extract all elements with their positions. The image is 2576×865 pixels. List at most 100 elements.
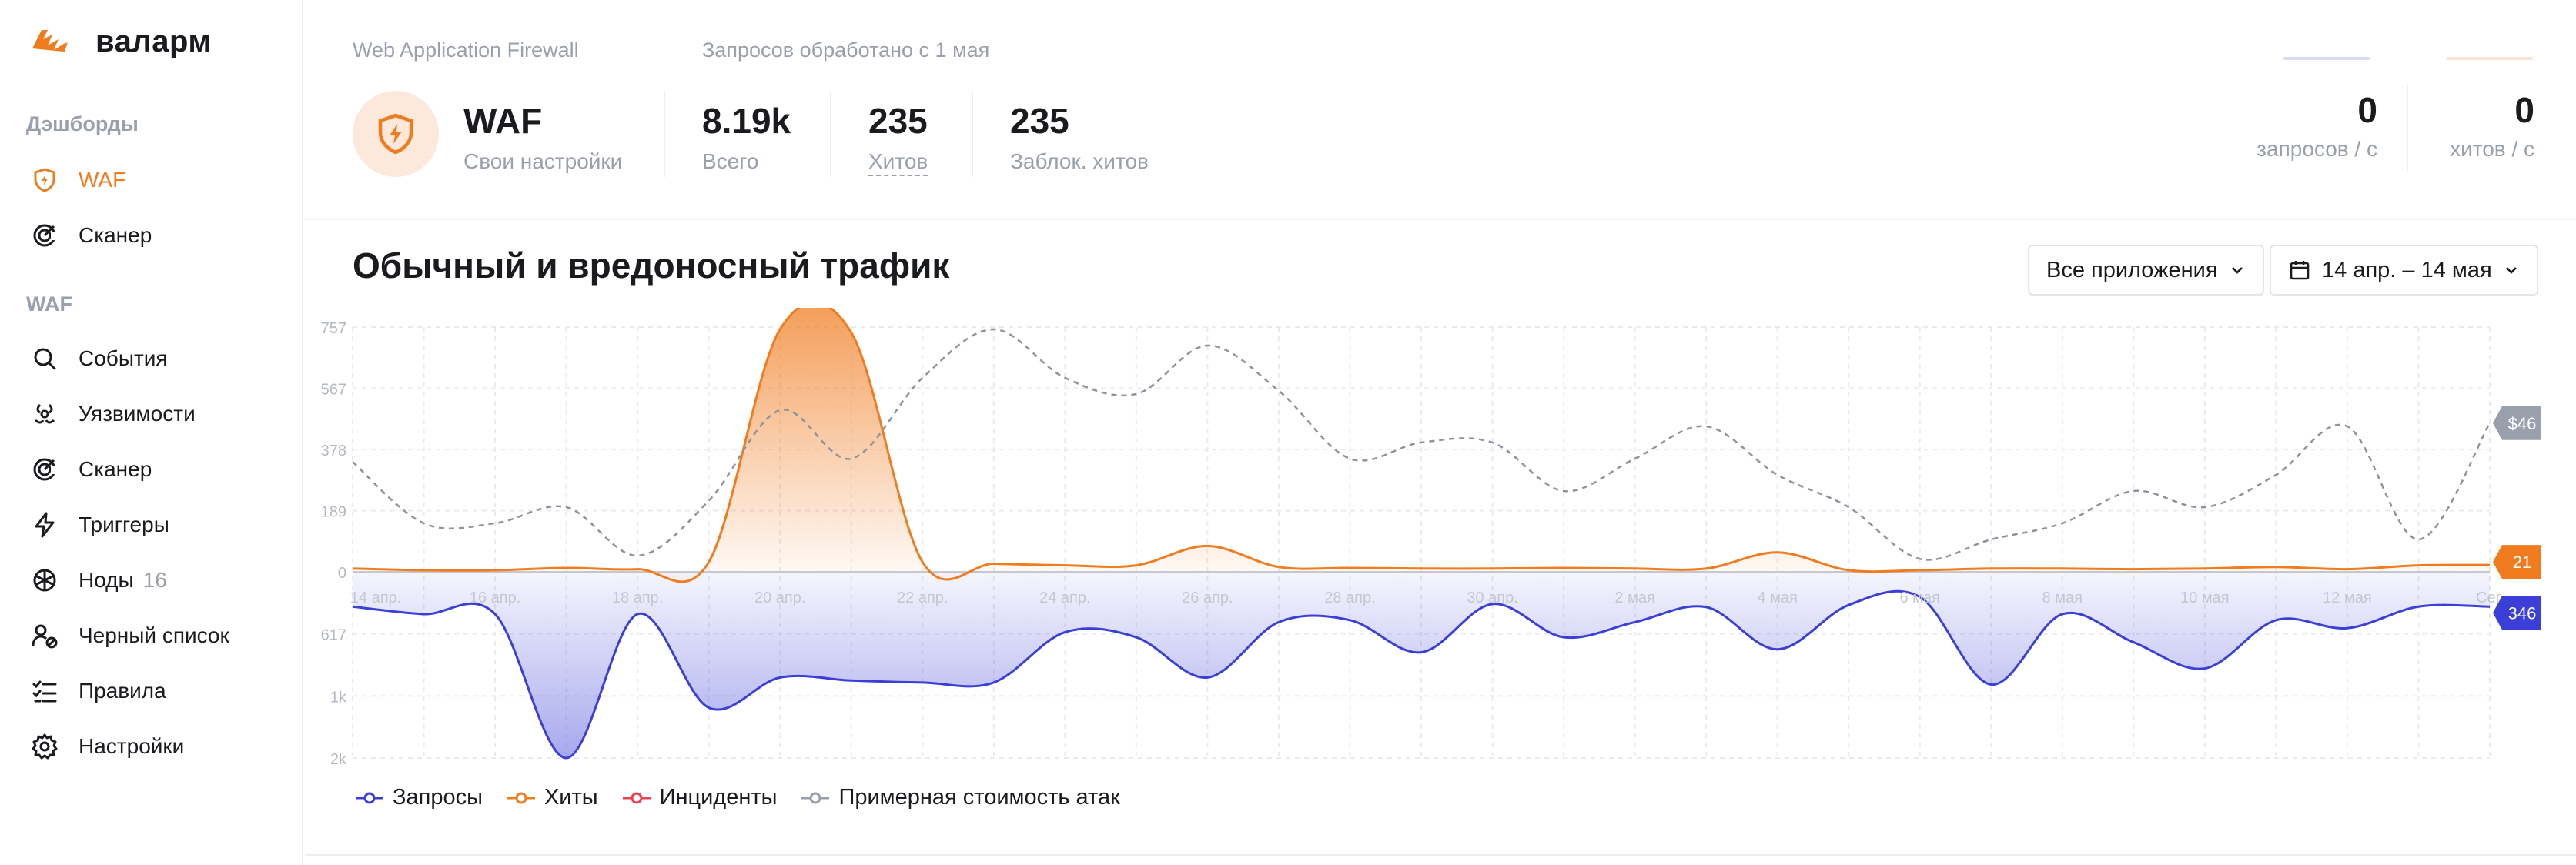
gear-icon: [32, 733, 58, 760]
hits-link[interactable]: Хитов: [868, 149, 928, 176]
y-axis-tick-label: 0: [338, 565, 346, 582]
requests-end-badge: 346: [2493, 596, 2541, 630]
hits-label: Хитов: [868, 149, 928, 176]
x-axis-tick-label: 30 апр.: [1467, 589, 1517, 606]
attack-cost-end-badge: $46: [2493, 406, 2541, 440]
y-axis-tick-label: 617: [321, 627, 346, 644]
x-axis-tick-label: 16 апр.: [470, 589, 520, 606]
legend-label: Примерная стоимость атак: [838, 785, 1120, 810]
legend-marker-icon: [507, 792, 535, 803]
y-axis-tick-label: 2k: [330, 751, 347, 768]
sidebar-item-nodes[interactable]: Ноды 16: [31, 559, 285, 602]
brand-logo[interactable]: валарм: [31, 25, 211, 59]
date-range-label: 14 апр. – 14 мая: [2322, 257, 2492, 282]
legend-attack-cost[interactable]: Примерная стоимость атак: [800, 785, 1120, 810]
sidebar-item-scanner[interactable]: Сканер: [31, 448, 285, 491]
sidebar-item-label: Ноды: [79, 568, 134, 592]
x-axis-tick-label: 8 мая: [2042, 589, 2083, 606]
requests-area: [353, 572, 2490, 758]
lightning-icon: [35, 512, 55, 538]
sidebar-item-settings[interactable]: Настройки: [31, 725, 285, 768]
x-axis-tick-label: 10 мая: [2180, 589, 2230, 606]
sidebar-item-label: Триггеры: [79, 513, 169, 536]
shield-icon: [34, 168, 55, 192]
y-axis-tick-label: 378: [321, 443, 346, 459]
waf-title: WAF: [463, 101, 543, 141]
x-axis-tick-label: 12 мая: [2323, 589, 2372, 606]
blacklist-icon: [32, 624, 58, 649]
rules-icon: [32, 680, 57, 703]
stats-header: Web Application Firewall Запросов обрабо…: [305, 0, 2576, 220]
blocked-hits-label: Заблок. хитов: [1010, 149, 1149, 173]
sidebar-item-vulnerabilities[interactable]: Уязвимости: [31, 392, 285, 436]
y-axis-tick-label: 1k: [330, 689, 347, 706]
total-requests-label: Всего: [702, 149, 759, 173]
product-label: Web Application Firewall: [353, 38, 579, 62]
x-axis-tick-label: 6 мая: [1900, 589, 1940, 606]
x-axis-tick-label: 20 апр.: [754, 589, 805, 606]
divider: [830, 91, 831, 177]
chart-grid: [352, 326, 2491, 759]
x-axis-tick-label: 22 апр.: [897, 589, 948, 606]
chart-axis-labels: 757 567 378 189 0 617 1k 2k 14 апр. 16 апр. 18 апр…: [321, 320, 2504, 768]
sidebar-item-blacklist[interactable]: Черный список: [31, 614, 285, 657]
total-requests-value: 8.19k: [702, 101, 791, 141]
x-axis-tick-label: 26 апр.: [1182, 589, 1233, 606]
sidebar-item-label: Сканер: [79, 223, 152, 247]
date-range-picker[interactable]: 14 апр. – 14 мая: [2270, 245, 2538, 296]
y-axis-tick-label: 567: [321, 382, 346, 399]
shield-icon: [378, 113, 413, 155]
legend-label: Инциденты: [659, 785, 778, 810]
biohazard-icon: [34, 403, 55, 424]
hits-value: 235: [868, 101, 928, 141]
section-divider: [305, 854, 2576, 856]
x-axis-tick-label: 24 апр.: [1039, 589, 1090, 606]
chevron-down-icon: [2505, 267, 2517, 274]
legend-hits[interactable]: Хиты: [506, 785, 598, 810]
radar-icon: [33, 458, 59, 481]
sidebar-item-label: Правила: [79, 679, 166, 703]
applications-dropdown[interactable]: Все приложения: [2028, 245, 2264, 296]
legend-marker-icon: [356, 792, 383, 803]
sidebar-item-triggers[interactable]: Триггеры: [31, 503, 285, 546]
waf-subtitle: Свои настройки: [463, 149, 623, 173]
chart-title: Обычный и вредоносный трафик: [353, 245, 950, 286]
sidebar-item-label: Уязвимости: [79, 402, 196, 426]
x-axis-tick-label: 2 мая: [1614, 589, 1654, 606]
requests-rate-value: 0: [2357, 90, 2377, 130]
brand-name: валарм: [95, 25, 212, 58]
hits-end-badge-text: 21: [2513, 553, 2531, 572]
sidebar-item-label: События: [79, 346, 168, 370]
node-icon: [33, 569, 56, 592]
divider: [972, 91, 973, 177]
x-axis-tick-label: 4 мая: [1757, 589, 1797, 606]
divider: [664, 91, 665, 177]
legend-marker-icon: [622, 792, 651, 803]
waf-badge: [353, 91, 439, 177]
sidebar-item-rules[interactable]: Правила: [31, 670, 285, 713]
legend-label: Запросы: [393, 785, 483, 810]
sidebar-item-label: Настройки: [79, 734, 185, 758]
sidebar-item-events[interactable]: События: [31, 337, 285, 380]
legend-label: Хиты: [544, 785, 598, 810]
wallarm-logo-icon: [32, 29, 68, 52]
legend-incidents[interactable]: Инциденты: [621, 785, 778, 810]
sidebar-section-dashboards: Дэшборды: [26, 112, 139, 135]
sidebar-section-waf: WAF: [26, 292, 72, 316]
hits-rate-sparkline: [2447, 57, 2533, 60]
radar-icon: [33, 224, 59, 247]
x-axis-tick-label: 18 апр.: [612, 589, 663, 606]
requests-rate-sparkline: [2283, 57, 2370, 60]
requests-rate-label: запросов / с: [2257, 137, 2377, 161]
requests-since-label: Запросов обработано с 1 мая: [702, 38, 990, 62]
requests-end-badge-text: 346: [2508, 603, 2537, 623]
legend-marker-icon: [801, 792, 830, 803]
x-axis-tick-label: 28 апр.: [1324, 589, 1375, 606]
legend-requests[interactable]: Запросы: [354, 785, 483, 810]
sidebar-item-scanner-dashboard[interactable]: Сканер: [31, 214, 285, 257]
hits-rate-label: хитов / с: [2450, 137, 2534, 161]
sidebar-item-waf-dashboard[interactable]: WAF: [31, 159, 285, 202]
blocked-hits-value: 235: [1010, 101, 1069, 141]
sidebar: валарм Дэшборды WAF Сканер WAF События У…: [0, 0, 303, 865]
hits-rate-value: 0: [2514, 90, 2534, 130]
